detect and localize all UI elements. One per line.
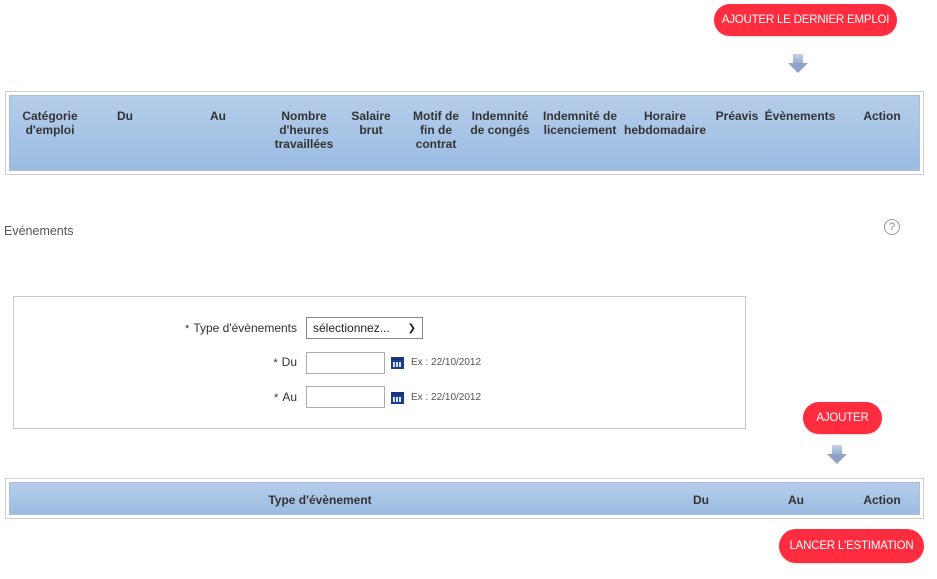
au-label: * Au: [274, 390, 297, 404]
col-header-hours: Nombre d'heures travaillées: [274, 109, 334, 151]
calendar-icon[interactable]: [391, 392, 404, 404]
chevron-down-icon: ❯: [407, 322, 416, 334]
du-date-input[interactable]: [306, 352, 385, 374]
jobs-table-header: Catégorie d'emploi Du Au Nombre d'heures…: [9, 95, 920, 171]
col-header-leave-indemnity: Indemnité de congés: [470, 109, 530, 137]
events-table: Type d'évènement Du Au Action: [5, 478, 924, 519]
add-event-button[interactable]: AJOUTER: [803, 402, 882, 434]
col-header-weekly-hours: Horaire hebdomadaire: [623, 109, 707, 137]
col-header-severance: Indemnité de licenciement: [542, 109, 617, 137]
events-table-header: Type d'évènement Du Au Action: [9, 482, 920, 515]
question-circle-icon[interactable]: ?: [884, 219, 900, 235]
au-date-hint: Ex : 22/10/2012: [411, 392, 482, 403]
arrow-down-icon: [827, 445, 847, 465]
du-date-hint: Ex : 22/10/2012: [411, 357, 482, 368]
col-header-events: Évènements: [764, 109, 836, 123]
col-header-au: Au: [788, 493, 804, 507]
col-header-category: Catégorie d'emploi: [22, 109, 78, 137]
arrow-down-icon: [788, 54, 808, 74]
type-label: * Type d'évènements: [185, 321, 297, 335]
jobs-table: Catégorie d'emploi Du Au Nombre d'heures…: [5, 91, 924, 175]
du-label: * Du: [273, 355, 297, 369]
col-header-action: Action: [863, 493, 901, 507]
event-type-select[interactable]: sélectionnez... ❯: [306, 317, 423, 339]
col-header-du: Du: [117, 109, 133, 123]
events-section-title: Evénements: [4, 224, 74, 238]
col-header-au: Au: [210, 109, 226, 123]
launch-estimation-button[interactable]: LANCER L'ESTIMATION: [779, 529, 924, 563]
col-header-action: Action: [863, 109, 901, 123]
col-header-end-reason: Motif de fin de contrat: [413, 109, 459, 151]
add-last-job-button[interactable]: AJOUTER LE DERNIER EMPLOI: [714, 4, 897, 36]
col-header-salary: Salaire brut: [351, 109, 391, 137]
col-header-du: Du: [693, 493, 709, 507]
col-header-event-type: Type d'évènement: [268, 493, 372, 507]
au-date-input[interactable]: [306, 386, 385, 408]
col-header-notice: Préavis: [715, 109, 759, 123]
calendar-icon[interactable]: [391, 357, 404, 369]
